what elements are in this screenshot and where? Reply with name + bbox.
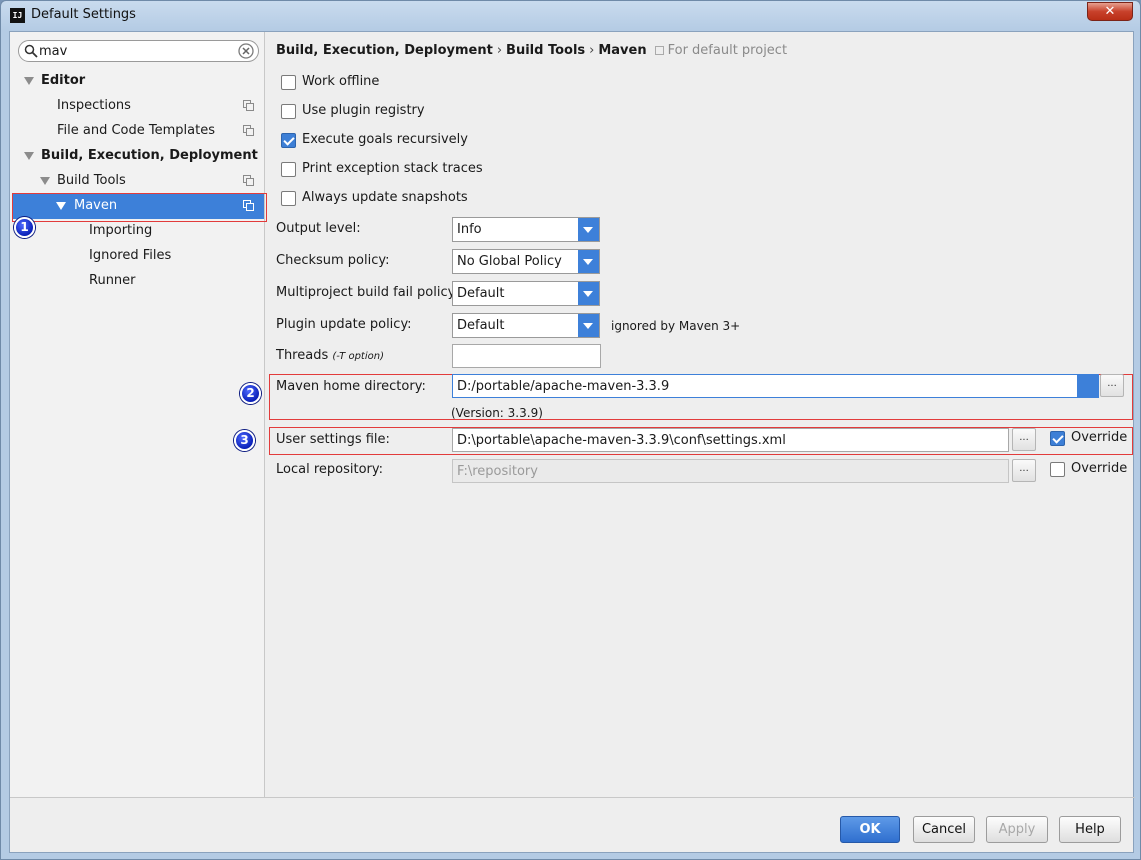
tree-item-inspections[interactable]: Inspections <box>10 94 265 119</box>
dialog-body: mav Editor Inspections File and Code Tem… <box>9 31 1135 853</box>
window-title: Default Settings <box>31 7 136 22</box>
threads-label-text: Threads <box>276 348 329 363</box>
checkbox-box[interactable] <box>281 104 296 119</box>
tree-item-label: Ignored Files <box>89 248 172 263</box>
maven-home-browse-button[interactable]: ... <box>1100 374 1124 397</box>
search-icon <box>24 44 38 58</box>
plugin-update-note: ignored by Maven 3+ <box>611 319 741 333</box>
output-level-label: Output level: <box>276 221 361 236</box>
tree-item-label: File and Code Templates <box>57 123 215 138</box>
breadcrumb-hint: For default project <box>667 43 788 58</box>
highlight-box-maven-tree-item <box>12 193 267 222</box>
dropdown-arrow-icon[interactable] <box>1077 375 1098 397</box>
tree-item-ignored-files[interactable]: Ignored Files <box>10 244 265 269</box>
multiproject-fail-policy-select[interactable]: Default <box>452 281 600 306</box>
checksum-policy-label: Checksum policy: <box>276 253 390 268</box>
tree-item-build-execution-deployment[interactable]: Build, Execution, Deployment <box>10 144 265 169</box>
settings-tree-panel: mav Editor Inspections File and Code Tem… <box>10 32 265 797</box>
input-value: D:/portable/apache-maven-3.3.9 <box>457 379 670 394</box>
local-repository-label: Local repository: <box>276 462 383 477</box>
local-repository-input[interactable]: F:\repository <box>452 459 1009 483</box>
output-level-select[interactable]: Info <box>452 217 600 242</box>
checkbox-label: Always update snapshots <box>302 190 468 205</box>
expand-arrow-icon[interactable] <box>24 152 34 160</box>
expand-arrow-icon[interactable] <box>40 177 50 185</box>
tree-item-label: Editor <box>41 73 86 88</box>
callout-marker-3: 3 <box>234 430 255 451</box>
breadcrumb-separator: › <box>589 43 595 58</box>
clear-search-icon[interactable] <box>238 43 254 59</box>
breadcrumb-item: Maven <box>598 43 647 58</box>
apply-button[interactable]: Apply <box>986 816 1048 843</box>
breadcrumb-item: Build, Execution, Deployment <box>276 43 493 58</box>
project-scope-icon <box>243 175 254 186</box>
tree-item-runner[interactable]: Runner <box>10 269 265 294</box>
tree-item-label: Importing <box>89 223 153 238</box>
title-bar: IJ Default Settings ✕ <box>1 1 1140 31</box>
checkbox-box[interactable] <box>1050 462 1065 477</box>
app-icon: IJ <box>10 8 25 23</box>
tree-item-editor[interactable]: Editor <box>10 69 265 94</box>
maven-home-input[interactable]: D:/portable/apache-maven-3.3.9 <box>452 374 1099 398</box>
breadcrumb: Build, Execution, Deployment › Build Tools… <box>276 43 787 58</box>
checkbox-label: Work offline <box>302 74 380 89</box>
checksum-policy-select[interactable]: No Global Policy <box>452 249 600 274</box>
help-button[interactable]: Help <box>1059 816 1121 843</box>
project-scope-icon <box>243 100 254 111</box>
tree-item-file-and-code-templates[interactable]: File and Code Templates <box>10 119 265 144</box>
checkbox-label: Use plugin registry <box>302 103 425 118</box>
tree-item-label: Runner <box>89 273 136 288</box>
checkbox-box[interactable] <box>281 75 296 90</box>
user-settings-label: User settings file: <box>276 432 390 447</box>
settings-search-input[interactable]: mav <box>18 40 259 62</box>
search-value: mav <box>39 44 68 59</box>
select-value: Default <box>457 318 505 333</box>
maven-home-label: Maven home directory: <box>276 379 426 394</box>
checkbox-box[interactable] <box>281 133 296 148</box>
cancel-button[interactable]: Cancel <box>913 816 975 843</box>
select-value: No Global Policy <box>457 254 562 269</box>
expand-arrow-icon[interactable] <box>24 77 34 85</box>
input-value: D:\portable\apache-maven-3.3.9\conf\sett… <box>457 433 786 448</box>
checkbox-box[interactable] <box>1050 431 1065 446</box>
maven-version-text: (Version: 3.3.9) <box>451 406 543 420</box>
select-value: Info <box>457 222 482 237</box>
close-window-button[interactable]: ✕ <box>1087 2 1133 21</box>
dropdown-arrow-icon[interactable] <box>578 314 599 337</box>
threads-hint: (-T option) <box>332 351 384 362</box>
tree-item-label: Build, Execution, Deployment <box>41 148 258 163</box>
threads-input[interactable] <box>452 344 601 368</box>
multiproject-fail-policy-label: Multiproject build fail policy: <box>276 285 459 300</box>
settings-window: IJ Default Settings ✕ mav Editor Inspect… <box>0 0 1141 860</box>
ok-button[interactable]: OK <box>840 816 900 843</box>
checkbox-label: Print exception stack traces <box>302 161 483 176</box>
local-repository-browse-button[interactable]: ... <box>1012 459 1036 482</box>
checkbox-box[interactable] <box>281 191 296 206</box>
breadcrumb-item: Build Tools <box>506 43 586 58</box>
dropdown-arrow-icon[interactable] <box>578 250 599 273</box>
checkbox-label: Execute goals recursively <box>302 132 468 147</box>
threads-label: Threads (-T option) <box>276 348 384 363</box>
project-scope-icon <box>243 125 254 136</box>
user-settings-input[interactable]: D:\portable\apache-maven-3.3.9\conf\sett… <box>452 428 1009 452</box>
default-project-icon <box>654 46 664 55</box>
user-settings-browse-button[interactable]: ... <box>1012 428 1036 451</box>
breadcrumb-separator: › <box>496 43 503 58</box>
tree-item-build-tools[interactable]: Build Tools <box>10 169 265 194</box>
plugin-update-policy-select[interactable]: Default <box>452 313 600 338</box>
dropdown-arrow-icon[interactable] <box>578 218 599 241</box>
checkbox-box[interactable] <box>281 162 296 177</box>
tree-item-label: Inspections <box>57 98 131 113</box>
input-value: F:\repository <box>457 464 538 479</box>
tree-item-label: Build Tools <box>57 173 126 188</box>
checkbox-label: Override <box>1071 430 1128 445</box>
dropdown-arrow-icon[interactable] <box>578 282 599 305</box>
plugin-update-policy-label: Plugin update policy: <box>276 317 412 332</box>
checkbox-label: Override <box>1071 461 1128 476</box>
callout-marker-1: 1 <box>14 217 35 238</box>
select-value: Default <box>457 286 505 301</box>
callout-marker-2: 2 <box>240 383 261 404</box>
button-bar-divider <box>10 797 1135 798</box>
tree-item-importing[interactable]: Importing <box>10 219 265 244</box>
